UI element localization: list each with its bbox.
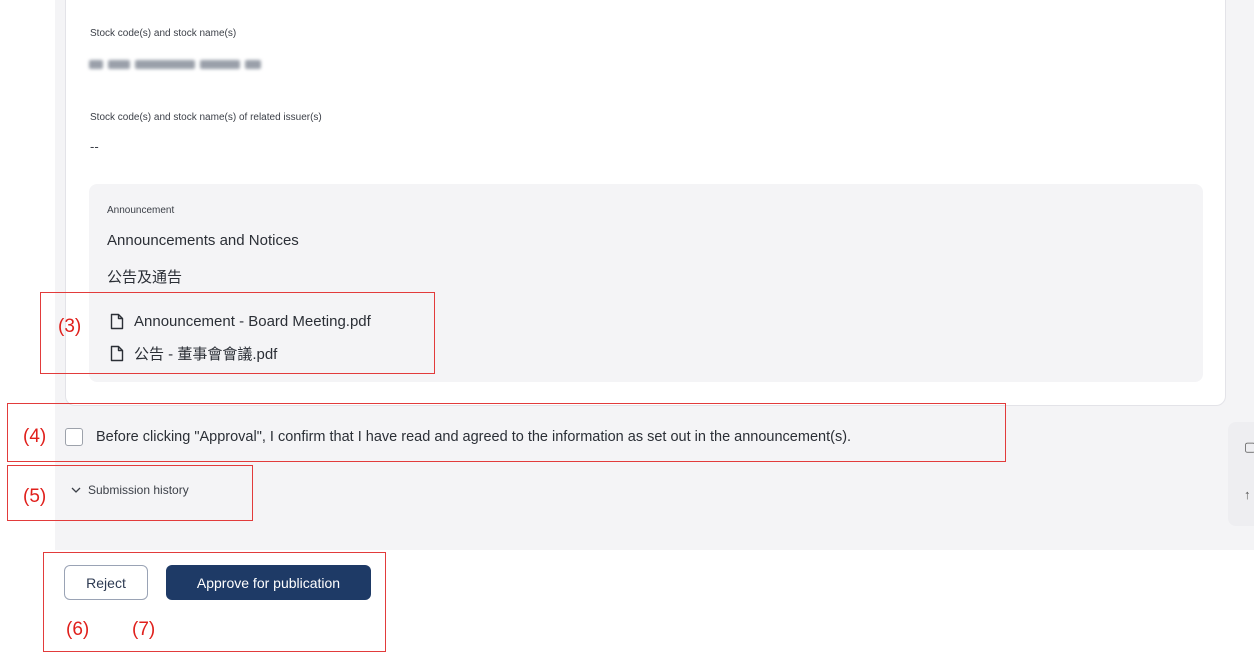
document-icon[interactable]: ▢ — [1244, 439, 1254, 455]
related-issuer-label: Stock code(s) and stock name(s) of relat… — [90, 112, 322, 123]
related-issuer-value: -- — [90, 139, 99, 154]
annotation-number-7: (7) — [132, 619, 156, 640]
announcement-title-zh: 公告及通告 — [107, 269, 183, 286]
annotation-number-6: (6) — [66, 619, 90, 640]
annotation-number-5: (5) — [23, 486, 47, 507]
stock-code-value-redacted — [89, 56, 279, 70]
reject-button[interactable]: Reject — [64, 565, 148, 600]
stock-code-label: Stock code(s) and stock name(s) — [90, 28, 237, 39]
approve-for-publication-button[interactable]: Approve for publication — [166, 565, 371, 600]
submission-history-toggle[interactable]: Submission history — [71, 483, 189, 497]
back-to-top-icon[interactable]: ↑ — [1244, 487, 1251, 502]
confirm-checkbox[interactable] — [65, 428, 83, 446]
annotation-number-4: (4) — [23, 426, 47, 447]
annotation-number-3: (3) — [58, 316, 82, 337]
announcement-title-en: Announcements and Notices — [107, 232, 299, 249]
confirm-text: Before clicking "Approval", I confirm th… — [96, 429, 852, 445]
side-toolbar — [1228, 422, 1254, 526]
announcement-label: Announcement — [107, 205, 175, 216]
annotation-box-3 — [40, 292, 435, 374]
chevron-down-icon — [71, 487, 81, 493]
submission-history-label: Submission history — [88, 483, 189, 497]
